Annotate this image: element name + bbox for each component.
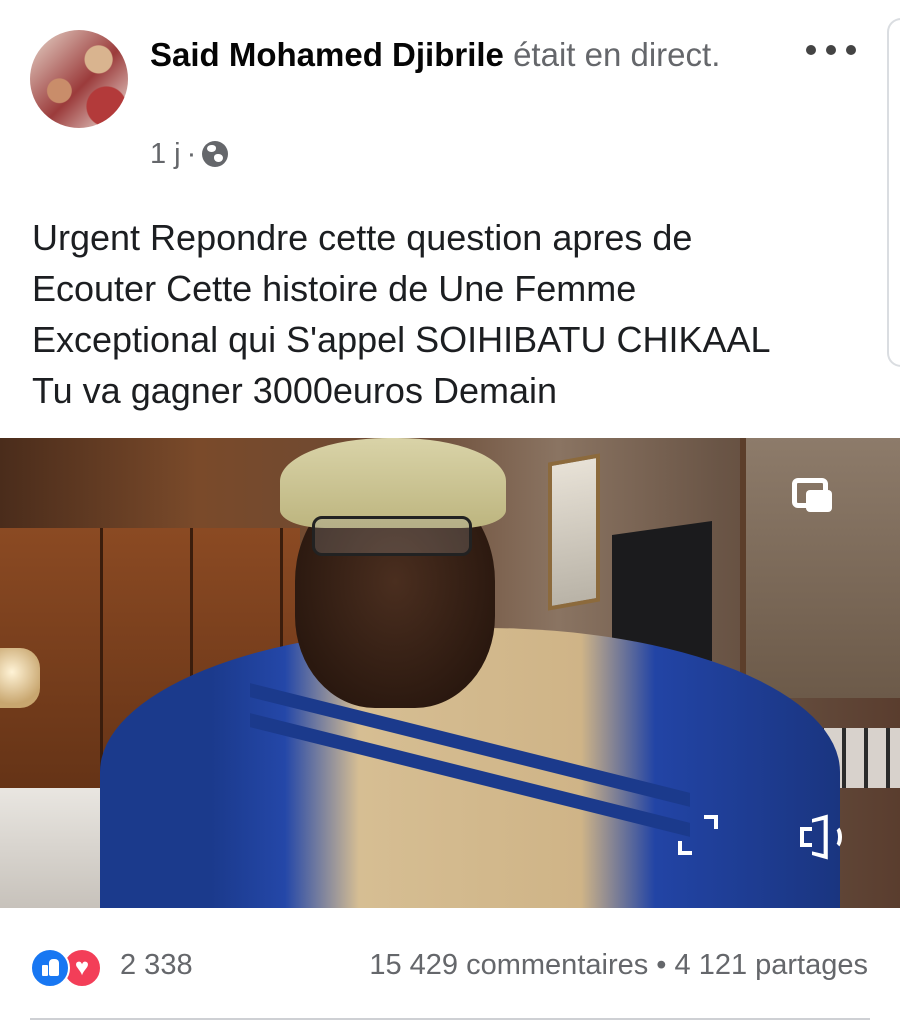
- video-person-cap: [280, 438, 506, 528]
- adjacent-card-edge: [887, 18, 900, 367]
- post-text: Urgent Repondre cette question apres de …: [32, 217, 771, 411]
- video-scene-mirror: [740, 438, 900, 698]
- speaker-body: [800, 827, 812, 847]
- stats-separator: •: [656, 949, 667, 981]
- dot-icon: [806, 45, 816, 55]
- reaction-count[interactable]: 2 338: [120, 949, 193, 982]
- reactions-summary[interactable]: [30, 948, 110, 988]
- live-video-player[interactable]: [0, 438, 900, 908]
- shares-count-link[interactable]: 4 121 partages: [675, 949, 868, 981]
- fullscreen-icon[interactable]: [678, 815, 718, 855]
- meta-separator: ·: [186, 137, 197, 170]
- author-name-link[interactable]: Said Mohamed Djibrile: [150, 36, 504, 73]
- dot-icon: [826, 45, 836, 55]
- volume-icon[interactable]: [800, 814, 850, 861]
- globe-icon: [202, 141, 229, 167]
- engagement-stats: 2 338 15 429 commentaires • 4 121 partag…: [0, 935, 900, 995]
- picture-in-picture-icon[interactable]: [792, 478, 832, 512]
- dot-icon: [846, 45, 856, 55]
- feed-post: Said Mohamed Djibrile était en direct. 1…: [0, 0, 900, 1024]
- like-icon: [30, 948, 70, 988]
- comments-count-link[interactable]: 15 429 commentaires: [369, 949, 648, 981]
- speaker-cone: [811, 814, 828, 860]
- post-meta: 1 j ·: [150, 134, 229, 174]
- live-status-text: était en direct.: [513, 36, 721, 73]
- video-scene-lamp: [0, 648, 40, 708]
- comments-shares-summary: 15 429 commentaires • 4 121 partages: [369, 949, 868, 982]
- divider: [30, 1018, 870, 1020]
- more-options-button[interactable]: [806, 40, 856, 60]
- sound-wave: [828, 825, 842, 849]
- post-header: Said Mohamed Djibrile était en direct.: [150, 32, 770, 78]
- post-timestamp[interactable]: 1 j: [150, 138, 181, 171]
- author-avatar[interactable]: [30, 30, 128, 128]
- video-scene-painting: [548, 453, 600, 611]
- video-person-glasses: [312, 516, 472, 556]
